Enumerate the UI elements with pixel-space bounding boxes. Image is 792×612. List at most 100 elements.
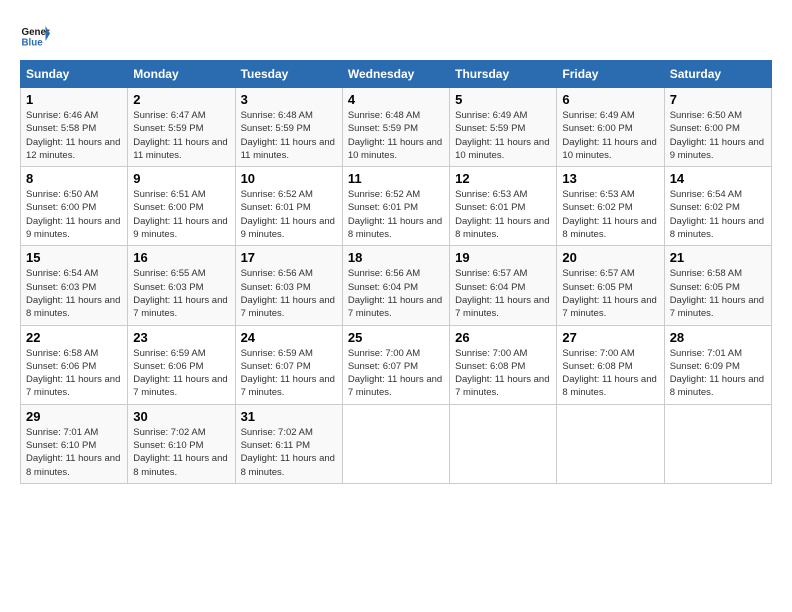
week-row-5: 29 Sunrise: 7:01 AMSunset: 6:10 PMDaylig… [21,404,772,483]
day-cell-15: 15 Sunrise: 6:54 AMSunset: 6:03 PMDaylig… [21,246,128,325]
day-info: Sunrise: 6:53 AMSunset: 6:01 PMDaylight:… [455,188,551,241]
day-info: Sunrise: 6:57 AMSunset: 6:05 PMDaylight:… [562,267,658,320]
col-header-monday: Monday [128,61,235,88]
day-cell-10: 10 Sunrise: 6:52 AMSunset: 6:01 PMDaylig… [235,167,342,246]
day-info: Sunrise: 6:59 AMSunset: 6:07 PMDaylight:… [241,347,337,400]
day-info: Sunrise: 6:52 AMSunset: 6:01 PMDaylight:… [241,188,337,241]
day-cell-26: 26 Sunrise: 7:00 AMSunset: 6:08 PMDaylig… [450,325,557,404]
day-number: 10 [241,171,337,186]
day-info: Sunrise: 6:56 AMSunset: 6:03 PMDaylight:… [241,267,337,320]
day-info: Sunrise: 7:01 AMSunset: 6:10 PMDaylight:… [26,426,122,479]
day-cell-22: 22 Sunrise: 6:58 AMSunset: 6:06 PMDaylig… [21,325,128,404]
day-number: 24 [241,330,337,345]
day-number: 31 [241,409,337,424]
day-number: 28 [670,330,766,345]
day-number: 19 [455,250,551,265]
col-header-sunday: Sunday [21,61,128,88]
day-number: 22 [26,330,122,345]
day-number: 29 [26,409,122,424]
day-info: Sunrise: 6:58 AMSunset: 6:05 PMDaylight:… [670,267,766,320]
week-row-1: 1 Sunrise: 6:46 AMSunset: 5:58 PMDayligh… [21,88,772,167]
day-cell-14: 14 Sunrise: 6:54 AMSunset: 6:02 PMDaylig… [664,167,771,246]
day-cell-20: 20 Sunrise: 6:57 AMSunset: 6:05 PMDaylig… [557,246,664,325]
day-info: Sunrise: 6:50 AMSunset: 6:00 PMDaylight:… [670,109,766,162]
calendar-table: SundayMondayTuesdayWednesdayThursdayFrid… [20,60,772,484]
day-number: 4 [348,92,444,107]
day-cell-7: 7 Sunrise: 6:50 AMSunset: 6:00 PMDayligh… [664,88,771,167]
day-info: Sunrise: 6:54 AMSunset: 6:03 PMDaylight:… [26,267,122,320]
day-cell-1: 1 Sunrise: 6:46 AMSunset: 5:58 PMDayligh… [21,88,128,167]
day-number: 21 [670,250,766,265]
day-cell-27: 27 Sunrise: 7:00 AMSunset: 6:08 PMDaylig… [557,325,664,404]
day-cell-5: 5 Sunrise: 6:49 AMSunset: 5:59 PMDayligh… [450,88,557,167]
col-header-wednesday: Wednesday [342,61,449,88]
day-cell-12: 12 Sunrise: 6:53 AMSunset: 6:01 PMDaylig… [450,167,557,246]
day-info: Sunrise: 6:49 AMSunset: 5:59 PMDaylight:… [455,109,551,162]
day-number: 23 [133,330,229,345]
week-row-2: 8 Sunrise: 6:50 AMSunset: 6:00 PMDayligh… [21,167,772,246]
day-number: 8 [26,171,122,186]
col-header-thursday: Thursday [450,61,557,88]
day-cell-31: 31 Sunrise: 7:02 AMSunset: 6:11 PMDaylig… [235,404,342,483]
day-cell-13: 13 Sunrise: 6:53 AMSunset: 6:02 PMDaylig… [557,167,664,246]
day-cell-16: 16 Sunrise: 6:55 AMSunset: 6:03 PMDaylig… [128,246,235,325]
day-info: Sunrise: 6:48 AMSunset: 5:59 PMDaylight:… [348,109,444,162]
day-number: 11 [348,171,444,186]
day-info: Sunrise: 6:57 AMSunset: 6:04 PMDaylight:… [455,267,551,320]
day-number: 5 [455,92,551,107]
empty-cell [664,404,771,483]
week-row-4: 22 Sunrise: 6:58 AMSunset: 6:06 PMDaylig… [21,325,772,404]
day-number: 17 [241,250,337,265]
day-info: Sunrise: 6:47 AMSunset: 5:59 PMDaylight:… [133,109,229,162]
day-cell-29: 29 Sunrise: 7:01 AMSunset: 6:10 PMDaylig… [21,404,128,483]
day-cell-11: 11 Sunrise: 6:52 AMSunset: 6:01 PMDaylig… [342,167,449,246]
day-number: 3 [241,92,337,107]
day-info: Sunrise: 6:53 AMSunset: 6:02 PMDaylight:… [562,188,658,241]
logo: General Blue [20,20,50,50]
day-info: Sunrise: 6:59 AMSunset: 6:06 PMDaylight:… [133,347,229,400]
day-cell-28: 28 Sunrise: 7:01 AMSunset: 6:09 PMDaylig… [664,325,771,404]
day-info: Sunrise: 6:56 AMSunset: 6:04 PMDaylight:… [348,267,444,320]
day-info: Sunrise: 6:54 AMSunset: 6:02 PMDaylight:… [670,188,766,241]
week-row-3: 15 Sunrise: 6:54 AMSunset: 6:03 PMDaylig… [21,246,772,325]
day-cell-2: 2 Sunrise: 6:47 AMSunset: 5:59 PMDayligh… [128,88,235,167]
empty-cell [557,404,664,483]
col-header-friday: Friday [557,61,664,88]
day-info: Sunrise: 6:48 AMSunset: 5:59 PMDaylight:… [241,109,337,162]
empty-cell [450,404,557,483]
day-cell-30: 30 Sunrise: 7:02 AMSunset: 6:10 PMDaylig… [128,404,235,483]
day-cell-18: 18 Sunrise: 6:56 AMSunset: 6:04 PMDaylig… [342,246,449,325]
day-info: Sunrise: 6:51 AMSunset: 6:00 PMDaylight:… [133,188,229,241]
day-cell-9: 9 Sunrise: 6:51 AMSunset: 6:00 PMDayligh… [128,167,235,246]
day-number: 18 [348,250,444,265]
day-cell-8: 8 Sunrise: 6:50 AMSunset: 6:00 PMDayligh… [21,167,128,246]
day-number: 7 [670,92,766,107]
day-number: 20 [562,250,658,265]
day-number: 14 [670,171,766,186]
day-info: Sunrise: 6:46 AMSunset: 5:58 PMDaylight:… [26,109,122,162]
col-header-tuesday: Tuesday [235,61,342,88]
day-info: Sunrise: 7:00 AMSunset: 6:08 PMDaylight:… [562,347,658,400]
day-info: Sunrise: 7:01 AMSunset: 6:09 PMDaylight:… [670,347,766,400]
day-number: 16 [133,250,229,265]
day-number: 13 [562,171,658,186]
page-header: General Blue [20,20,772,50]
day-number: 30 [133,409,229,424]
day-info: Sunrise: 6:50 AMSunset: 6:00 PMDaylight:… [26,188,122,241]
day-number: 2 [133,92,229,107]
day-info: Sunrise: 7:00 AMSunset: 6:07 PMDaylight:… [348,347,444,400]
day-number: 9 [133,171,229,186]
day-cell-23: 23 Sunrise: 6:59 AMSunset: 6:06 PMDaylig… [128,325,235,404]
day-cell-24: 24 Sunrise: 6:59 AMSunset: 6:07 PMDaylig… [235,325,342,404]
day-number: 25 [348,330,444,345]
svg-text:Blue: Blue [22,38,44,49]
day-info: Sunrise: 7:02 AMSunset: 6:11 PMDaylight:… [241,426,337,479]
day-info: Sunrise: 6:58 AMSunset: 6:06 PMDaylight:… [26,347,122,400]
day-number: 6 [562,92,658,107]
day-cell-4: 4 Sunrise: 6:48 AMSunset: 5:59 PMDayligh… [342,88,449,167]
day-info: Sunrise: 6:55 AMSunset: 6:03 PMDaylight:… [133,267,229,320]
day-info: Sunrise: 6:52 AMSunset: 6:01 PMDaylight:… [348,188,444,241]
day-number: 26 [455,330,551,345]
day-number: 12 [455,171,551,186]
day-info: Sunrise: 6:49 AMSunset: 6:00 PMDaylight:… [562,109,658,162]
